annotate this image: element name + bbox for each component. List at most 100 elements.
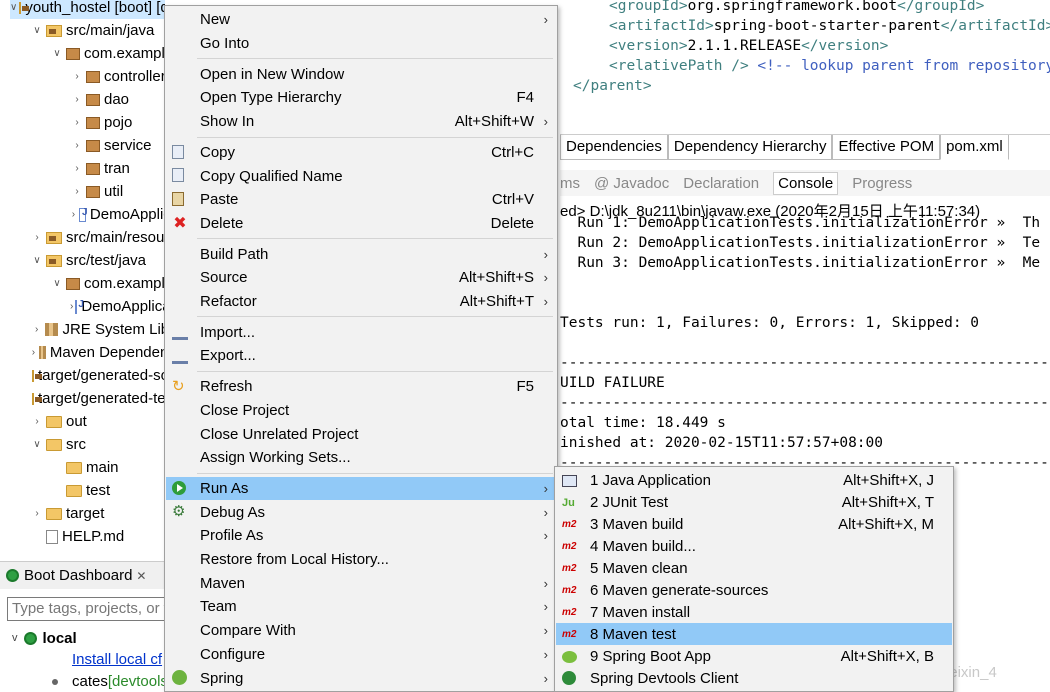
- menu-item-assign-working-sets[interactable]: Assign Working Sets...: [166, 446, 556, 470]
- editor-tab[interactable]: pom.xml: [940, 135, 1009, 160]
- menu-item-compare-with[interactable]: Compare With ›: [166, 619, 556, 643]
- menu-item-new[interactable]: New ›: [166, 8, 556, 32]
- tree-item[interactable]: › dao: [70, 88, 165, 111]
- menu-item-go-into[interactable]: Go Into: [166, 32, 556, 56]
- view-tab-console[interactable]: Console: [773, 171, 839, 195]
- tree-item[interactable]: › Maven Dependencies: [30, 341, 165, 364]
- tree-item[interactable]: ∨ com.example: [50, 272, 165, 295]
- menu-item-team[interactable]: Team ›: [166, 595, 556, 619]
- chevron-right-icon[interactable]: ›: [30, 232, 44, 243]
- menu-item-restore-from-local-history[interactable]: Restore from Local History...: [166, 548, 556, 572]
- editor-tab[interactable]: Dependencies: [560, 135, 668, 160]
- chevron-right-icon[interactable]: ›: [70, 117, 84, 128]
- tree-item[interactable]: › out: [30, 410, 165, 433]
- chevron-down-icon[interactable]: ∨: [10, 2, 17, 13]
- menu-item-refactor[interactable]: Refactor Alt+Shift+T ›: [166, 290, 556, 314]
- menu-item-copy[interactable]: Copy Ctrl+C: [166, 141, 556, 165]
- chevron-right-icon[interactable]: ›: [70, 209, 77, 220]
- menu-item-delete[interactable]: ✖ Delete Delete: [166, 212, 556, 236]
- spring-boot-icon: [6, 569, 19, 582]
- tree-item[interactable]: › DemoApplicationTests.java: [70, 295, 165, 318]
- chevron-right-icon[interactable]: ›: [70, 71, 84, 82]
- menu-item-6-maven-generate-sources[interactable]: m2 6 Maven generate-sources: [556, 579, 952, 601]
- menu-item-refresh[interactable]: ↻ Refresh F5: [166, 375, 556, 399]
- chevron-down-icon[interactable]: v: [12, 632, 18, 644]
- tree-item[interactable]: › service: [70, 134, 165, 157]
- chevron-down-icon[interactable]: ∨: [50, 278, 64, 289]
- xml-line: </parent>: [573, 78, 652, 98]
- menu-item-close-project[interactable]: Close Project: [166, 399, 556, 423]
- menu-item-close-unrelated-project[interactable]: Close Unrelated Project: [166, 422, 556, 446]
- chevron-down-icon[interactable]: ∨: [30, 25, 44, 36]
- chevron-right-icon[interactable]: ›: [30, 416, 44, 427]
- menu-item-copy-qualified-name[interactable]: Copy Qualified Name: [166, 164, 556, 188]
- chevron-right-icon[interactable]: ›: [70, 140, 84, 151]
- menu-item-spring[interactable]: Spring ›: [166, 666, 556, 690]
- menu-item-open-in-new-window[interactable]: Open in New Window: [166, 62, 556, 86]
- chevron-right-icon[interactable]: ›: [70, 94, 84, 105]
- tree-item[interactable]: target/generated-test-sources: [30, 387, 165, 410]
- view-tab-progress[interactable]: Progress: [852, 175, 912, 192]
- menu-item-show-in[interactable]: Show In Alt+Shift+W ›: [166, 110, 556, 134]
- tree-item[interactable]: › util: [70, 180, 165, 203]
- tree-item[interactable]: ∨ com.example: [50, 42, 165, 65]
- chevron-right-icon[interactable]: ›: [30, 347, 37, 358]
- menu-item-profile-as[interactable]: Profile As ›: [166, 524, 556, 548]
- tree-item[interactable]: ∨ src: [30, 433, 165, 456]
- tree-item-label: Maven Dependencies: [49, 344, 165, 361]
- boot-dashboard-tab[interactable]: Boot Dashboard ✕: [0, 561, 165, 589]
- menu-item-spring-devtools-client[interactable]: Spring Devtools Client: [556, 667, 952, 689]
- menu-item-3-maven-build[interactable]: m2 3 Maven build Alt+Shift+X, M: [556, 513, 952, 535]
- tree-item[interactable]: › tran: [70, 157, 165, 180]
- menu-item-configure[interactable]: Configure ›: [166, 643, 556, 667]
- tree-item[interactable]: › pojo: [70, 111, 165, 134]
- editor-tab[interactable]: Effective POM: [832, 135, 941, 160]
- tree-item[interactable]: ∨ youth_hostel [boot] [devtools]: [10, 0, 165, 19]
- menu-item-4-maven-build[interactable]: m2 4 Maven build...: [556, 535, 952, 557]
- menu-item-9-spring-boot-app[interactable]: 9 Spring Boot App Alt+Shift+X, B: [556, 645, 952, 667]
- close-icon[interactable]: ✕: [136, 569, 146, 583]
- chevron-down-icon[interactable]: ∨: [50, 48, 64, 59]
- local-target[interactable]: v local: [12, 627, 77, 649]
- chevron-right-icon[interactable]: ›: [30, 508, 44, 519]
- view-tab-ms[interactable]: ms: [560, 175, 580, 192]
- cates-app-row[interactable]: cates [devtools]: [52, 673, 172, 690]
- menu-item-run-as[interactable]: Run As ›: [166, 476, 556, 501]
- tree-item[interactable]: target/generated-sources: [30, 364, 165, 387]
- chevron-right-icon[interactable]: ›: [70, 301, 73, 312]
- tree-item[interactable]: › DemoApplication.java: [70, 203, 165, 226]
- menu-item-source[interactable]: Source Alt+Shift+S ›: [166, 266, 556, 290]
- menu-item-maven[interactable]: Maven ›: [166, 571, 556, 595]
- tree-item[interactable]: › target: [30, 502, 165, 525]
- menu-item-build-path[interactable]: Build Path ›: [166, 242, 556, 266]
- view-tab-javadoc[interactable]: @ Javadoc: [594, 175, 669, 192]
- tree-item[interactable]: main: [50, 456, 165, 479]
- boot-dashboard-filter-input[interactable]: Type tags, projects, or working set name…: [7, 597, 167, 621]
- install-local-cf-link[interactable]: Install local cf: [72, 651, 162, 668]
- tree-item[interactable]: › controller: [70, 65, 165, 88]
- menu-item-5-maven-clean[interactable]: m2 5 Maven clean: [556, 557, 952, 579]
- chevron-right-icon[interactable]: ›: [30, 324, 43, 335]
- tree-item[interactable]: HELP.md: [30, 525, 165, 548]
- tree-item[interactable]: › JRE System Library: [30, 318, 165, 341]
- pom-xml-editor[interactable]: <groupId>org.springframework.boot</group…: [560, 0, 1050, 102]
- menu-item-export[interactable]: Export...: [166, 344, 556, 368]
- tree-item[interactable]: test: [50, 479, 165, 502]
- tree-item[interactable]: ∨ src/test/java: [30, 249, 165, 272]
- menu-item-open-type-hierarchy[interactable]: Open Type Hierarchy F4: [166, 86, 556, 110]
- menu-item-1-java-application[interactable]: 1 Java Application Alt+Shift+X, J: [556, 469, 952, 491]
- chevron-right-icon[interactable]: ›: [70, 186, 84, 197]
- menu-item-2-junit-test[interactable]: Ju 2 JUnit Test Alt+Shift+X, T: [556, 491, 952, 513]
- view-tab-declaration[interactable]: Declaration: [683, 175, 759, 192]
- menu-item-8-maven-test[interactable]: m2 8 Maven test: [556, 623, 952, 645]
- editor-tab[interactable]: Dependency Hierarchy: [667, 135, 833, 160]
- tree-item[interactable]: ∨ src/main/java: [30, 19, 165, 42]
- chevron-right-icon[interactable]: ›: [70, 163, 84, 174]
- menu-item-debug-as[interactable]: ⚙ Debug As ›: [166, 500, 556, 524]
- menu-item-paste[interactable]: Paste Ctrl+V: [166, 188, 556, 212]
- chevron-down-icon[interactable]: ∨: [30, 439, 44, 450]
- menu-item-7-maven-install[interactable]: m2 7 Maven install: [556, 601, 952, 623]
- chevron-down-icon[interactable]: ∨: [30, 255, 44, 266]
- tree-item[interactable]: › src/main/resources: [30, 226, 165, 249]
- menu-item-import[interactable]: Import...: [166, 320, 556, 344]
